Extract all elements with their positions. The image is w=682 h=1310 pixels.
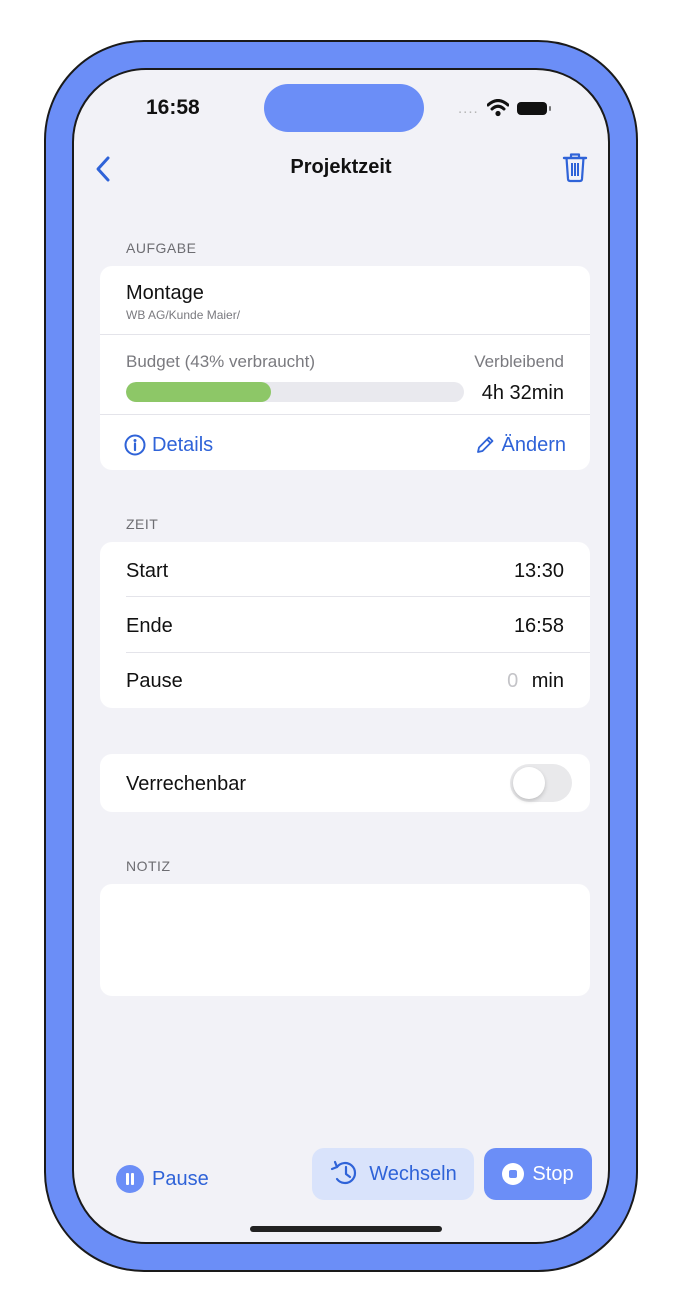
start-time-value[interactable]: 13:30 [514,560,564,583]
end-label: Ende [126,615,173,637]
dynamic-island [264,84,424,132]
switch-button[interactable]: Wechseln [312,1148,474,1200]
toggle-knob [513,767,545,799]
details-button[interactable]: Details [124,432,213,458]
billable-label: Verrechenbar [126,773,247,795]
signal-icon: .... [458,99,479,117]
remaining-value: 4h 32min [481,382,564,404]
pause-button[interactable]: Pause [116,1162,209,1196]
budget-progress-bar [126,382,464,402]
billable-toggle[interactable] [510,764,572,802]
end-time-value[interactable]: 16:58 [514,615,564,638]
divider [126,652,590,653]
budget-progress-fill [126,382,272,402]
status-time: 16:58 [146,96,200,119]
budget-label: Budget (43% verbraucht) [126,352,315,371]
trash-icon[interactable] [560,150,590,184]
start-label: Start [126,560,169,582]
pause-minutes-input[interactable]: 0 [507,670,518,692]
details-label: Details [152,433,214,456]
history-icon [331,1160,357,1185]
edit-button[interactable]: Ändern [474,432,567,458]
task-card: Montage WB AG/Kunde Maier/ Budget (43% v… [100,266,590,470]
status-icons: .... [458,96,551,120]
section-header-note: NOTIZ [126,858,171,874]
switch-button-label: Wechseln [369,1162,457,1185]
edit-label: Ändern [501,433,567,456]
wifi-icon [486,99,509,117]
note-field[interactable] [100,884,590,996]
info-icon [124,434,146,456]
section-header-task: AUFGABE [126,240,197,256]
stop-button-label: Stop [532,1162,574,1185]
pause-label: Pause [126,670,183,692]
stop-button[interactable]: Stop [484,1148,592,1200]
remaining-label: Verbleibend [474,352,564,371]
battery-icon [516,101,551,115]
page-title: Projektzeit [290,156,392,178]
task-subtitle: WB AG/Kunde Maier/ [126,308,241,322]
pause-button-label: Pause [152,1167,209,1190]
divider [100,334,590,335]
pause-icon [116,1165,144,1193]
section-header-time: ZEIT [126,516,159,532]
divider [126,596,590,597]
pause-value-field[interactable]: 0 min [507,670,564,693]
divider [100,414,590,415]
pencil-icon [476,436,493,453]
task-name: Montage [126,282,204,304]
billable-card: Verrechenbar [100,754,590,812]
stop-icon [502,1163,525,1185]
home-indicator[interactable] [250,1226,442,1232]
app-screen: 16:58 .... Projektzeit AUFGABE Montage W… [72,68,610,1244]
time-card: Start 13:30 Ende 16:58 Pause 0 min [100,542,590,708]
pause-unit: min [531,670,564,692]
